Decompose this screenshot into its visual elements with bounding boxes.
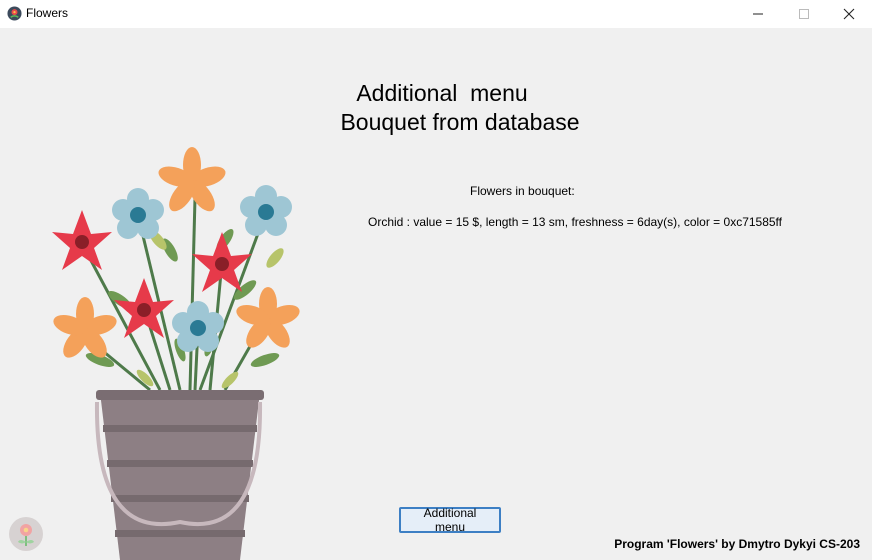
app-flower-icon bbox=[7, 6, 22, 21]
minimize-icon bbox=[753, 13, 763, 15]
window-title: Flowers bbox=[26, 6, 69, 20]
author-credit: Program 'Flowers' by Dmytro Dykyi CS-203 bbox=[614, 537, 860, 551]
additional-menu-button[interactable]: Additional menu bbox=[399, 506, 501, 534]
flower-list-item: Orchid : value = 15 $, length = 13 sm, f… bbox=[368, 215, 783, 229]
bouquet-label: Flowers in bouquet: bbox=[470, 184, 575, 198]
maximize-button[interactable] bbox=[781, 0, 827, 28]
minimize-button[interactable] bbox=[735, 0, 781, 28]
page-heading-bouquet: Bouquet from database bbox=[340, 109, 580, 135]
window-titlebar: Flowers bbox=[0, 0, 872, 28]
app-logo-icon bbox=[9, 517, 43, 551]
page-heading-menu: Additional menu bbox=[356, 80, 528, 106]
close-button[interactable] bbox=[826, 0, 872, 28]
bouquet-illustration bbox=[52, 147, 300, 560]
close-icon bbox=[843, 8, 855, 20]
maximize-icon bbox=[799, 9, 809, 19]
